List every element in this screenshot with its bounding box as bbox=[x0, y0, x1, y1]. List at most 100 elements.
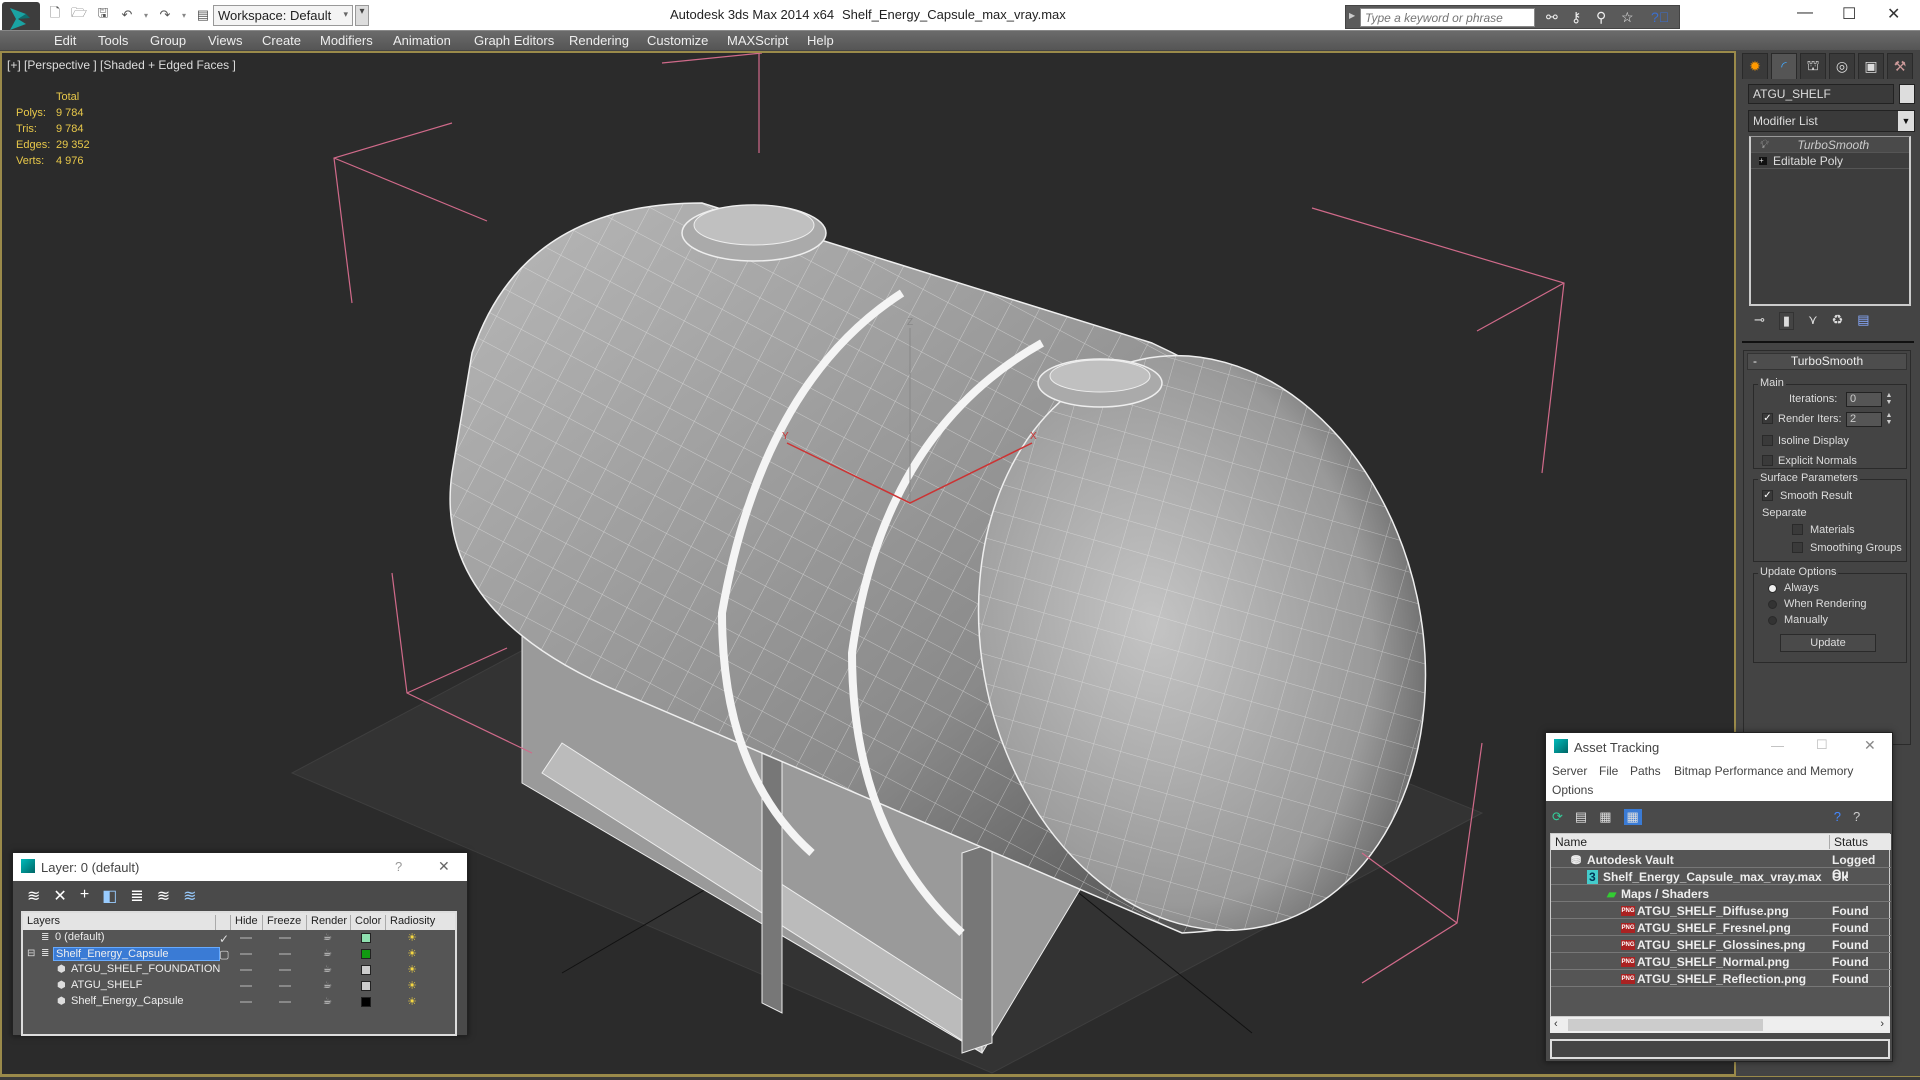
table-view-icon[interactable]: ▦ bbox=[1623, 809, 1642, 825]
hide-toggle[interactable] bbox=[240, 985, 252, 987]
expand-icon[interactable]: ▶ bbox=[1349, 11, 1355, 20]
menu-paths[interactable]: Paths bbox=[1630, 764, 1661, 778]
layer-color-swatch[interactable] bbox=[361, 949, 371, 959]
pin-stack-icon[interactable]: ⊸ bbox=[1754, 312, 1765, 330]
minimize-button[interactable]: — bbox=[1797, 4, 1813, 22]
refresh-icon[interactable]: ⟳ bbox=[1552, 809, 1563, 825]
manually-radio[interactable] bbox=[1768, 616, 1777, 625]
configure-sets-icon[interactable]: ▤ bbox=[1857, 312, 1869, 330]
hide-toggle[interactable] bbox=[240, 1001, 252, 1003]
menu-server[interactable]: Server bbox=[1552, 764, 1587, 778]
create-layer-icon[interactable]: ≋ bbox=[27, 886, 40, 906]
render-iters-spinner[interactable]: 2 bbox=[1846, 412, 1882, 427]
object-row[interactable]: ⬢ Shelf_Energy_Capsule ☕︎ ☀ bbox=[23, 994, 447, 1010]
freeze-toggle[interactable] bbox=[279, 969, 291, 971]
make-unique-icon[interactable]: ⋎ bbox=[1808, 312, 1818, 330]
asset-row[interactable]: PNG ATGU_SHELF_Glossines.png Found bbox=[1551, 936, 1891, 953]
radiosity-icon[interactable]: ☀ bbox=[405, 947, 419, 961]
asset-row[interactable]: ⛃ Autodesk Vault Logged Ou bbox=[1551, 851, 1891, 881]
show-end-result-icon[interactable]: ▮ bbox=[1778, 312, 1795, 330]
list-view-icon[interactable]: ▤ bbox=[1575, 809, 1587, 825]
current-layer-check-icon[interactable]: ✓ bbox=[219, 932, 229, 946]
modifier-list-dropdown[interactable]: Modifier List ▼ bbox=[1748, 110, 1915, 132]
horizontal-scrollbar[interactable]: ‹ › bbox=[1550, 1017, 1890, 1033]
set-current-icon[interactable]: ▢ bbox=[219, 948, 229, 961]
tab-motion[interactable]: ◎ bbox=[1829, 53, 1855, 79]
object-name-field[interactable]: ATGU_SHELF bbox=[1748, 84, 1894, 104]
workspace-select[interactable]: Workspace: Default ▾ bbox=[213, 5, 353, 26]
radiosity-icon[interactable]: ☀ bbox=[405, 931, 419, 945]
close-button[interactable]: ✕ bbox=[438, 858, 450, 875]
scroll-right-icon[interactable]: › bbox=[1880, 1018, 1884, 1030]
iterations-spinner[interactable]: 0 bbox=[1846, 392, 1882, 407]
redo-icon[interactable]: ↷ bbox=[156, 6, 174, 24]
tab-create[interactable]: ✹ bbox=[1742, 53, 1768, 79]
lightbulb-icon[interactable]: 💡︎ bbox=[1759, 137, 1767, 152]
asset-row[interactable]: PNG ATGU_SHELF_Reflection.png Found bbox=[1551, 970, 1891, 987]
binoculars-icon[interactable]: ⚯ bbox=[1546, 9, 1558, 26]
close-button[interactable]: ✕ bbox=[1887, 4, 1900, 24]
menu-customize[interactable]: Customize bbox=[647, 33, 708, 48]
menu-create[interactable]: Create bbox=[262, 33, 301, 48]
menu-group[interactable]: Group bbox=[150, 33, 186, 48]
update-button[interactable]: Update bbox=[1780, 634, 1876, 652]
maximize-button[interactable]: ☐ bbox=[1842, 4, 1856, 24]
when-rendering-radio[interactable] bbox=[1768, 600, 1777, 609]
freeze-all-icon[interactable]: ≋ bbox=[183, 886, 196, 906]
iterations-spinner-arrows[interactable]: ▲ ▼ bbox=[1884, 392, 1894, 407]
freeze-toggle[interactable] bbox=[279, 985, 291, 987]
render-iters-spinner-arrows[interactable]: ▲ ▼ bbox=[1884, 412, 1894, 427]
object-color-swatch[interactable] bbox=[1899, 84, 1915, 104]
satellite-icon[interactable]: ⚲ bbox=[1596, 9, 1606, 26]
render-teapot-icon[interactable]: ☕︎ bbox=[323, 948, 332, 959]
context-help-icon[interactable]: ? bbox=[1853, 809, 1860, 825]
radiosity-icon[interactable]: ☀ bbox=[405, 995, 419, 1009]
asset-row[interactable]: PNG ATGU_SHELF_Normal.png Found bbox=[1551, 953, 1891, 970]
collapse-icon[interactable]: ⊟ bbox=[27, 948, 35, 959]
render-teapot-icon[interactable]: ☕︎ bbox=[323, 932, 332, 943]
radiosity-icon[interactable]: ☀ bbox=[405, 963, 419, 977]
customize-toolbar-button[interactable]: ▾ bbox=[355, 5, 369, 26]
stack-item-turbosmooth[interactable]: 💡︎ TurboSmooth bbox=[1751, 137, 1909, 153]
object-row[interactable]: ⬢ ATGU_SHELF_FOUNDATION ☕︎ ☀ bbox=[23, 962, 447, 978]
menu-rendering[interactable]: Rendering bbox=[569, 33, 629, 48]
menu-file[interactable]: File bbox=[1599, 764, 1618, 778]
help-icon[interactable]: ? bbox=[1834, 809, 1841, 825]
tab-hierarchy[interactable]: ⛫ bbox=[1800, 53, 1826, 79]
dialog-titlebar[interactable]: Layer: 0 (default) ? ✕ bbox=[13, 853, 467, 881]
explicit-normals-checkbox[interactable] bbox=[1762, 455, 1773, 466]
layer-color-swatch[interactable] bbox=[361, 933, 371, 943]
tab-modify[interactable]: ◜ bbox=[1771, 53, 1797, 79]
viewport-label[interactable]: [+] [Perspective ] [Shaded + Edged Faces… bbox=[7, 58, 236, 72]
radiosity-icon[interactable]: ☀ bbox=[405, 979, 419, 993]
menu-modifiers[interactable]: Modifiers bbox=[320, 33, 373, 48]
materials-checkbox[interactable] bbox=[1792, 524, 1803, 535]
minimize-button[interactable]: — bbox=[1771, 738, 1784, 753]
asset-row[interactable]: 3 Shelf_Energy_Capsule_max_vray.max Ok bbox=[1551, 868, 1891, 885]
help-button[interactable]: ? bbox=[395, 859, 402, 874]
render-teapot-icon[interactable]: ☕︎ bbox=[323, 964, 332, 975]
freeze-toggle[interactable] bbox=[279, 953, 291, 955]
render-teapot-icon[interactable]: ☕︎ bbox=[323, 996, 332, 1007]
object-color-swatch[interactable] bbox=[361, 997, 371, 1007]
hide-toggle[interactable] bbox=[240, 969, 252, 971]
open-file-icon[interactable]: 🗁 bbox=[70, 5, 88, 24]
hide-toggle[interactable] bbox=[240, 937, 252, 939]
hide-toggle[interactable] bbox=[240, 953, 252, 955]
smooth-result-checkbox[interactable]: ✓ bbox=[1762, 490, 1773, 501]
menu-views[interactable]: Views bbox=[208, 33, 242, 48]
render-teapot-icon[interactable]: ☕︎ bbox=[323, 980, 332, 991]
expand-plus-icon[interactable]: + bbox=[1759, 156, 1767, 165]
object-color-swatch[interactable] bbox=[361, 965, 371, 975]
search-input[interactable] bbox=[1360, 8, 1535, 27]
menu-maxscript[interactable]: MAXScript bbox=[727, 33, 788, 48]
object-color-swatch[interactable] bbox=[361, 981, 371, 991]
layer-row[interactable]: ⊟ ≣ Shelf_Energy_Capsule ▢ ☕︎ ☀ bbox=[23, 946, 447, 962]
asset-row[interactable]: PNG ATGU_SHELF_Diffuse.png Found bbox=[1551, 902, 1891, 919]
save-icon[interactable]: 🖫 bbox=[94, 5, 112, 24]
delete-layer-icon[interactable]: ✕ bbox=[53, 886, 66, 906]
thumbnail-view-icon[interactable]: ▦ bbox=[1599, 809, 1611, 825]
rollout-header[interactable]: - TurboSmooth bbox=[1747, 353, 1907, 370]
freeze-toggle[interactable] bbox=[279, 1001, 291, 1003]
menu-animation[interactable]: Animation bbox=[393, 33, 451, 48]
